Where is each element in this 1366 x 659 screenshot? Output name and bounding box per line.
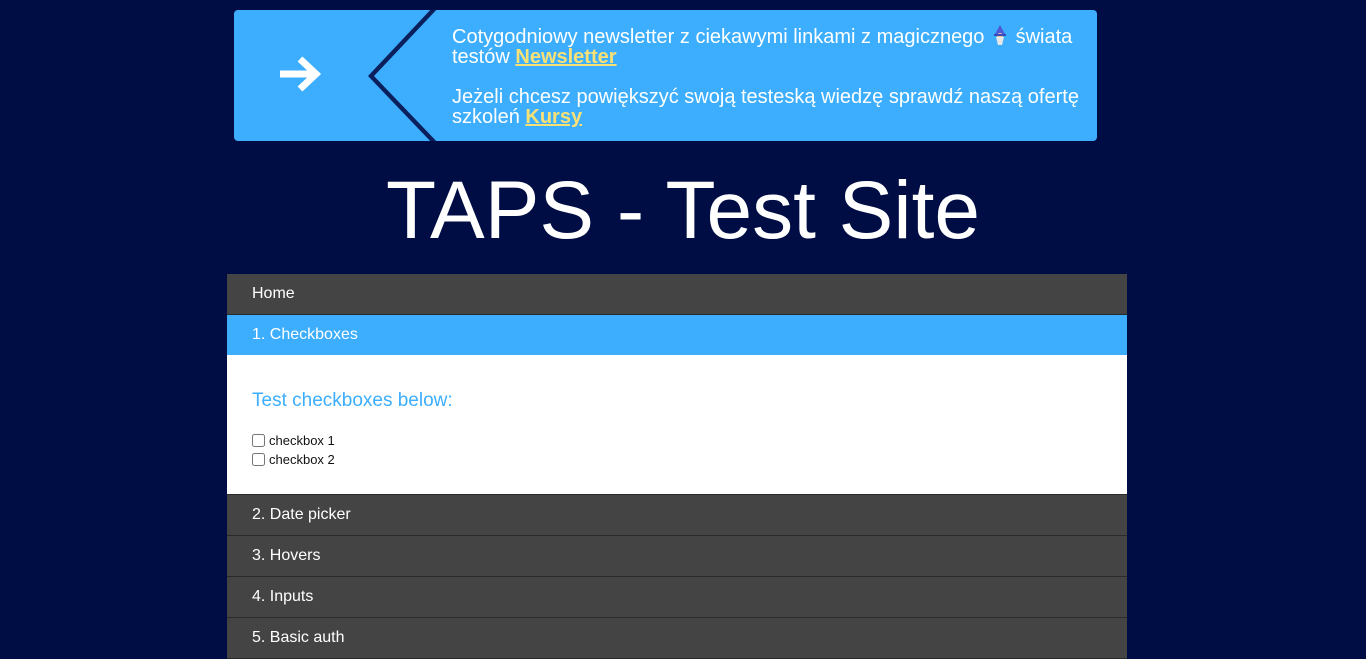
newsletter-link[interactable]: Newsletter: [515, 46, 616, 68]
menu-item-hovers[interactable]: 3. Hovers: [227, 536, 1127, 577]
newsletter-text-before: Cotygodniowy newsletter z ciekawymi link…: [452, 26, 985, 48]
menu-item-home[interactable]: Home: [227, 274, 1127, 315]
banner-chevron-divider: [368, 10, 450, 141]
newsletter-line: Cotygodniowy newsletter z ciekawymi link…: [452, 25, 1087, 67]
page-title: TAPS - Test Site: [386, 165, 980, 256]
menu-item-inputs[interactable]: 4. Inputs: [227, 577, 1127, 618]
courses-line: Jeżeli chcesz powiększyć swoją testeską …: [452, 87, 1087, 127]
arrow-right-icon: [280, 56, 322, 92]
panel-heading: Test checkboxes below:: [252, 390, 453, 411]
newsletter-banner: Cotygodniowy newsletter z ciekawymi link…: [234, 10, 1097, 141]
checkbox-2-label: checkbox 2: [269, 452, 335, 467]
courses-link[interactable]: Kursy: [525, 106, 582, 128]
checkbox-1-row[interactable]: checkbox 1: [252, 431, 1102, 450]
checkbox-1[interactable]: [252, 434, 265, 447]
sections-accordion: Home 1. Checkboxes Test checkboxes below…: [227, 274, 1127, 659]
menu-item-date-picker[interactable]: 2. Date picker: [227, 495, 1127, 536]
checkbox-2-row[interactable]: checkbox 2: [252, 450, 1102, 469]
checkbox-2[interactable]: [252, 453, 265, 466]
menu-item-checkboxes[interactable]: 1. Checkboxes: [227, 315, 1127, 355]
checkboxes-panel: Test checkboxes below: checkbox 1 checkb…: [227, 355, 1127, 495]
banner-text: Cotygodniowy newsletter z ciekawymi link…: [452, 25, 1087, 141]
wizard-icon: [994, 25, 1006, 45]
checkbox-1-label: checkbox 1: [269, 433, 335, 448]
menu-item-basic-auth[interactable]: 5. Basic auth: [227, 618, 1127, 659]
